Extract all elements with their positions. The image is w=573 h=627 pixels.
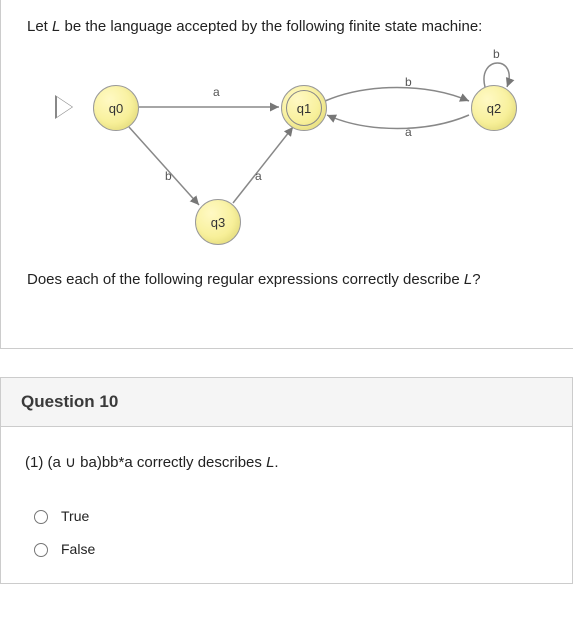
intro-text: Let L be the language accepted by the fo… xyxy=(27,18,553,35)
preamble-q-var: L xyxy=(464,271,472,288)
intro-prefix: Let xyxy=(27,18,52,35)
option-false[interactable]: False xyxy=(25,532,548,565)
preamble-q-suffix: ? xyxy=(472,271,480,288)
state-q0-label: q0 xyxy=(109,101,123,116)
question-statement: (1) (a ∪ ba)bb*a correctly describes L. xyxy=(25,453,548,471)
state-q0: q0 xyxy=(93,85,139,131)
state-q1-label: q1 xyxy=(297,101,311,116)
option-true-label: True xyxy=(61,508,89,524)
edge-label-b-q1-q2: b xyxy=(405,75,412,89)
edge-label-b-q0-q3: b xyxy=(165,169,172,183)
question-body: (1) (a ∪ ba)bb*a correctly describes L. … xyxy=(1,427,572,583)
preamble-question: Does each of the following regular expre… xyxy=(27,271,553,288)
question-card: Question 10 (1) (a ∪ ba)bb*a correctly d… xyxy=(0,377,573,584)
option-false-label: False xyxy=(61,541,95,557)
preamble-panel: Let L be the language accepted by the fo… xyxy=(0,0,573,349)
state-q3-label: q3 xyxy=(211,215,225,230)
edge-label-a-q0-q1: a xyxy=(213,85,220,99)
statement-suffix: . xyxy=(274,454,278,471)
edge-label-b-q2-loop: b xyxy=(493,47,500,61)
fsm-diagram: q0 q1 q2 q3 a b a b b a xyxy=(27,53,547,263)
edge-label-a-q2-q1: a xyxy=(405,125,412,139)
fsm-edges xyxy=(27,53,547,263)
radio-true[interactable] xyxy=(34,510,48,524)
radio-false[interactable] xyxy=(34,543,48,557)
preamble-q-prefix: Does each of the following regular expre… xyxy=(27,271,464,288)
intro-suffix: be the language accepted by the followin… xyxy=(60,18,482,35)
question-header: Question 10 xyxy=(1,378,572,427)
option-true[interactable]: True xyxy=(25,499,548,532)
statement-prefix: (1) (a ∪ ba)bb*a correctly describes xyxy=(25,454,266,471)
edge-label-a-q3-q1: a xyxy=(255,169,262,183)
start-arrow-icon xyxy=(55,95,73,119)
state-q2-label: q2 xyxy=(487,101,501,116)
state-q2: q2 xyxy=(471,85,517,131)
state-q1-accepting: q1 xyxy=(281,85,327,131)
state-q3: q3 xyxy=(195,199,241,245)
